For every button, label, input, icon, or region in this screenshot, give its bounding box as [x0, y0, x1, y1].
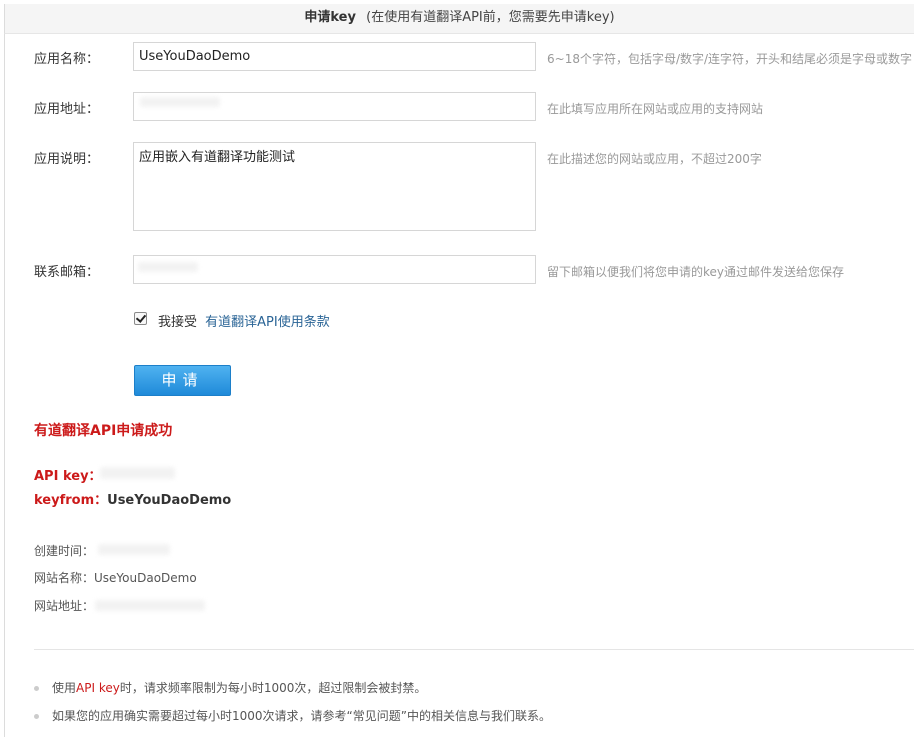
app-url-label: 应用地址：: [34, 102, 100, 117]
created-time-row: 创建时间：: [34, 542, 94, 559]
header-subtitle: (在使用有道翻译API前，您需要先申请key): [366, 10, 615, 25]
redacted-url-blur: [140, 97, 220, 107]
app-name-hint: 6~18个字符，包括字母/数字/连字符，开头和结尾必须是字母或数字: [547, 52, 913, 66]
app-name-label: 应用名称：: [34, 52, 100, 67]
redacted-time-blur: [98, 544, 170, 555]
bullet-icon: [34, 686, 39, 691]
app-desc-textarea[interactable]: 应用嵌入有道翻译功能测试: [133, 142, 536, 231]
email-label: 联系邮箱：: [34, 265, 100, 280]
api-key-row: API key：: [34, 465, 102, 484]
app-url-hint: 在此填写应用所在网站或应用的支持网站: [547, 102, 764, 116]
note-item: 使用API key时，请求频率限制为每小时1000次，超过限制会被封禁。: [34, 679, 426, 696]
panel-header: 申请key (在使用有道翻译API前，您需要先申请key): [4, 4, 914, 34]
api-key-label: API key：: [34, 469, 102, 484]
redacted-site-url-blur: [95, 600, 205, 611]
redacted-email-blur: [138, 262, 198, 272]
bullet-icon: [34, 714, 39, 719]
keyfrom-value: UseYouDaoDemo: [107, 493, 232, 508]
divider: [34, 649, 914, 650]
note-item: 如果您的应用确实需要超过每小时1000次请求，请参考“常见问题”中的相关信息与我…: [34, 707, 551, 724]
app-desc-hint: 在此描述您的网站或应用，不超过200字: [547, 152, 762, 166]
created-time-label: 创建时间：: [34, 544, 95, 558]
site-url-row: 网站地址：: [34, 597, 94, 614]
site-url-label: 网站地址：: [34, 599, 95, 613]
keyfrom-row: keyfrom：UseYouDaoDemo: [34, 489, 231, 508]
keyfrom-label: keyfrom：: [34, 493, 108, 508]
site-name-value: UseYouDaoDemo: [94, 571, 197, 585]
app-desc-label: 应用说明：: [34, 152, 100, 167]
terms-link[interactable]: 有道翻译API使用条款: [205, 315, 330, 330]
app-name-input[interactable]: [133, 42, 536, 71]
header-title: 申请key: [304, 10, 356, 25]
email-hint: 留下邮箱以便我们将您申请的key通过邮件发送给您保存: [547, 265, 845, 279]
agree-checkbox[interactable]: [134, 312, 147, 325]
site-name-row: 网站名称：UseYouDaoDemo: [34, 569, 197, 586]
agree-text: 我接受 有道翻译API使用条款: [158, 311, 330, 330]
agree-label: 我接受: [158, 315, 198, 330]
api-key-highlight: API key: [76, 681, 120, 695]
success-message: 有道翻译API申请成功: [34, 423, 173, 439]
redacted-api-key-blur: [100, 467, 175, 479]
apply-button[interactable]: 申请: [134, 365, 231, 396]
site-name-label: 网站名称：: [34, 571, 95, 585]
